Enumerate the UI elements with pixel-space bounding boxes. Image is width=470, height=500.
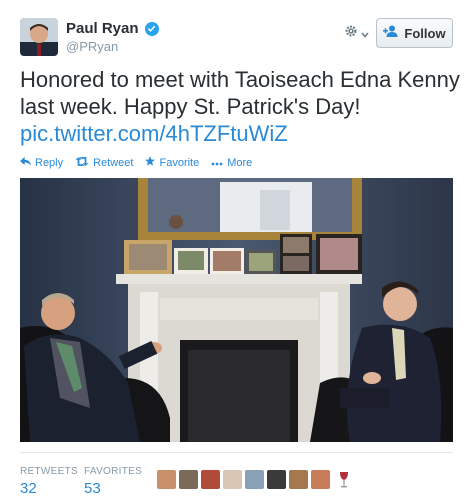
favorites-label: FAVORITES	[84, 466, 143, 477]
retweets-count: 32	[20, 480, 37, 497]
tweet-photo[interactable]	[20, 178, 453, 442]
reply-button[interactable]: Reply	[20, 156, 64, 169]
more-label: More	[227, 156, 253, 169]
stats-divider	[20, 452, 453, 453]
avatar[interactable]	[157, 470, 176, 489]
follow-button[interactable]: Follow	[376, 18, 453, 48]
wine-glass-icon[interactable]	[339, 471, 349, 494]
avatar[interactable]	[223, 470, 242, 489]
tweet-media-link[interactable]: pic.twitter.com/4hTZFtuWiZ	[20, 121, 288, 146]
retweet-label: Retweet	[93, 156, 134, 169]
favorite-button[interactable]: Favorite	[145, 156, 199, 169]
favorites-count: 53	[84, 480, 101, 497]
follow-person-icon	[383, 24, 399, 42]
name-row: Paul Ryan	[66, 20, 159, 37]
favorite-label: Favorite	[159, 156, 200, 169]
chevron-down-icon	[361, 25, 369, 43]
tweet-actions: Reply Retweet Favorite More	[20, 156, 252, 169]
reply-label: Reply	[35, 156, 64, 169]
follow-label: Follow	[404, 25, 446, 41]
more-dots-icon	[211, 157, 223, 169]
favorites-stat[interactable]: FAVORITES 53	[84, 466, 142, 497]
star-icon	[145, 156, 156, 169]
verified-icon	[144, 21, 159, 36]
avatar[interactable]	[311, 470, 330, 489]
avatar[interactable]	[289, 470, 308, 489]
tweet-body: Honored to meet with Taoiseach Edna Kenn…	[20, 67, 460, 119]
gear-icon	[344, 24, 358, 43]
retweets-label: RETWEETS	[20, 466, 78, 477]
avatar[interactable]	[267, 470, 286, 489]
avatar[interactable]	[201, 470, 220, 489]
avatar[interactable]	[20, 18, 58, 56]
reply-icon	[20, 156, 31, 169]
retweets-stat[interactable]: RETWEETS 32	[20, 466, 78, 497]
retweet-button[interactable]: Retweet	[75, 157, 133, 169]
user-handle[interactable]: @PRyan	[66, 39, 118, 54]
tweet-text: Honored to meet with Taoiseach Edna Kenn…	[20, 66, 460, 147]
retweet-icon	[75, 156, 89, 169]
tweet-card: Paul Ryan @PRyan Follow Honored to meet …	[0, 0, 470, 500]
more-button[interactable]: More	[211, 157, 252, 169]
avatar[interactable]	[245, 470, 264, 489]
user-fullname[interactable]: Paul Ryan	[66, 20, 139, 37]
favoriter-avatars	[157, 470, 330, 489]
user-actions-menu[interactable]	[344, 24, 369, 43]
avatar[interactable]	[179, 470, 198, 489]
